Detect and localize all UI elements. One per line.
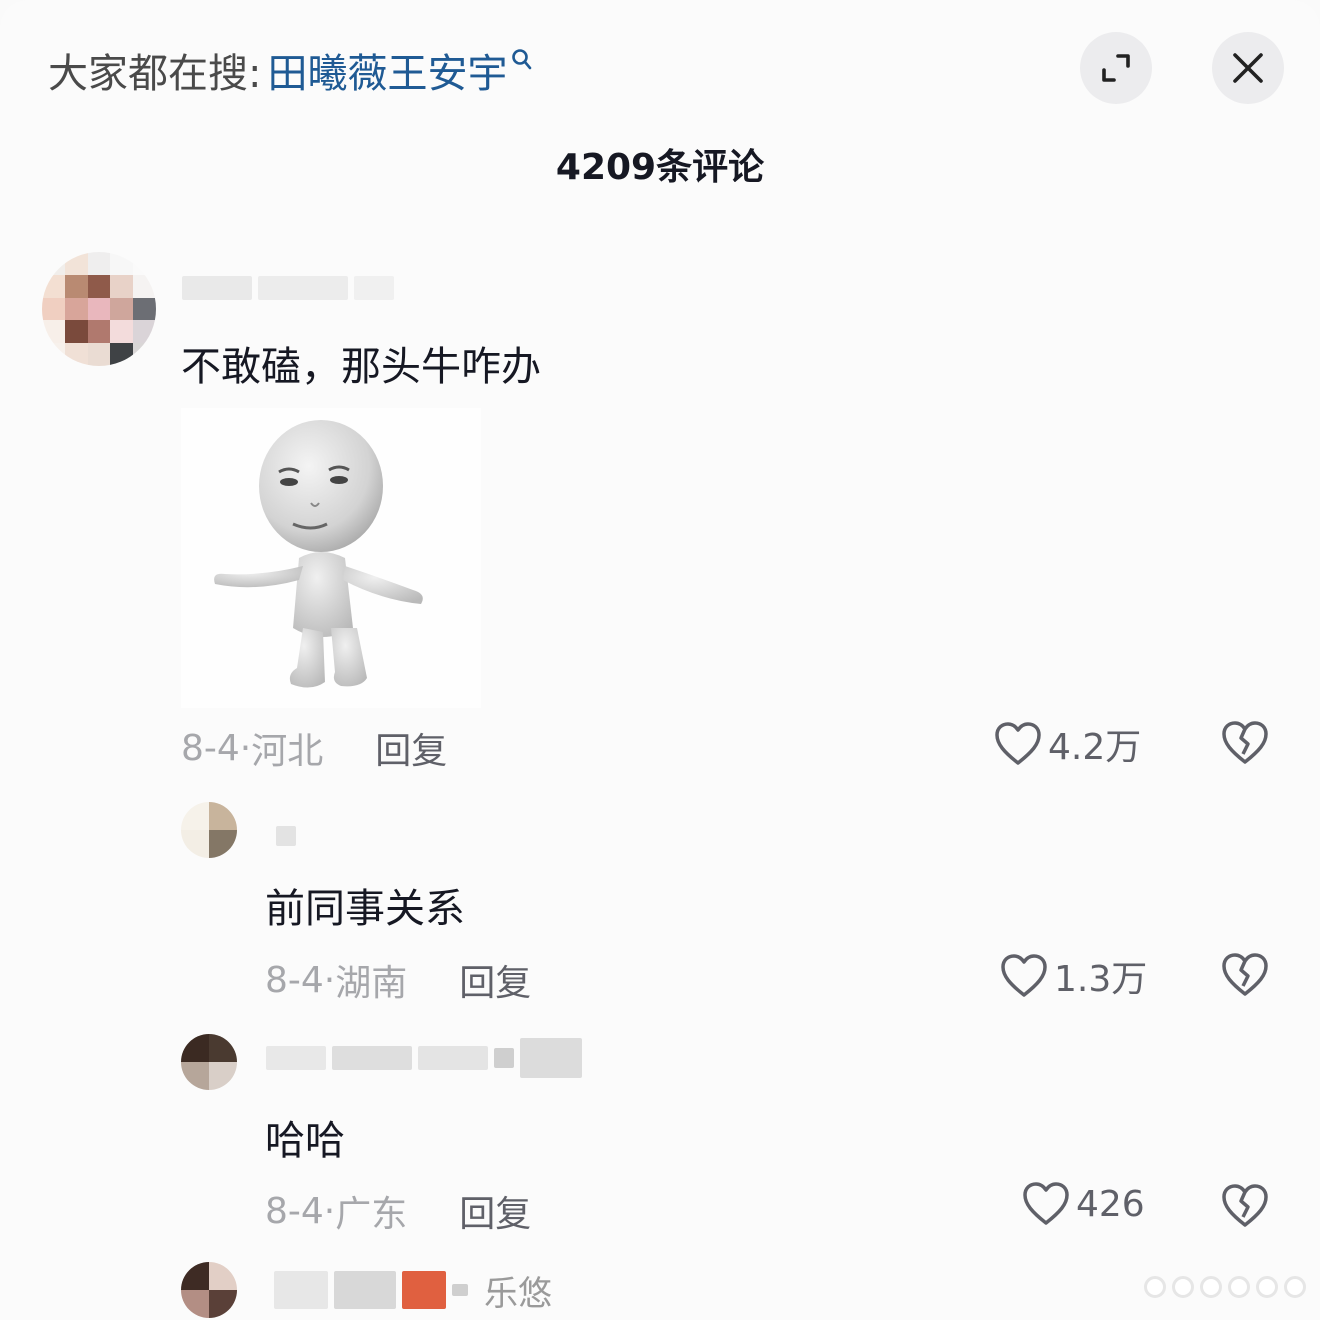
reply-button[interactable]: 回复 (459, 1185, 531, 1237)
like-count: 426 (1076, 1183, 1145, 1225)
avatar[interactable] (42, 252, 156, 366)
like-count: 4.2万 (1048, 727, 1142, 768)
avatar[interactable] (181, 802, 237, 858)
reply-date: 8-4· (265, 1190, 336, 1232)
watermark-logo (1144, 1276, 1306, 1298)
reply-meta: 8-4· 广东 回复 (265, 1185, 531, 1237)
dislike-button[interactable] (1221, 952, 1269, 1002)
comment-location: 河北 (251, 731, 324, 772)
comment-meta: 8-4· 河北 回复 (181, 722, 447, 774)
close-button[interactable] (1212, 32, 1284, 104)
dislike-button[interactable] (1221, 720, 1269, 770)
like-button[interactable]: 426 (1022, 1181, 1145, 1227)
reply-button[interactable]: 回复 (459, 954, 531, 1006)
comment-panel: 大家都在搜: 田曦薇王安宇 4209条评论 不敢磕，那头牛咋办 8-4· 河北 … (0, 0, 1320, 1320)
reply-username[interactable] (276, 818, 296, 854)
expand-icon (1102, 54, 1130, 82)
expand-button[interactable] (1080, 32, 1152, 104)
heart-icon (1001, 954, 1047, 997)
dislike-button[interactable] (1221, 1183, 1269, 1233)
heart-icon (1023, 1182, 1069, 1225)
search-icon (511, 40, 533, 70)
close-icon (1233, 53, 1263, 83)
reply-location: 湖南 (335, 963, 408, 1004)
like-button[interactable]: 1.3万 (1000, 950, 1147, 1002)
reply-text: 哈哈 (265, 1118, 345, 1164)
comment-text: 不敢磕，那头牛咋办 (181, 344, 541, 390)
reply-location: 广东 (335, 1194, 408, 1235)
reply-username-fragment: 乐悠 (484, 1273, 552, 1314)
trending-search-bar[interactable]: 大家都在搜: 田曦薇王安宇 (48, 40, 533, 100)
avatar[interactable] (181, 1034, 237, 1090)
reply-meta: 8-4· 湖南 回复 (265, 954, 531, 1006)
like-button[interactable]: 4.2万 (994, 718, 1141, 770)
trending-search-term[interactable]: 田曦薇王安宇 (267, 41, 507, 99)
like-count: 1.3万 (1054, 959, 1148, 1000)
comment-date: 8-4· (181, 727, 252, 769)
reply-text: 前同事关系 (265, 886, 465, 932)
trending-search-prefix: 大家都在搜: (48, 51, 262, 97)
sticker-image[interactable] (181, 408, 481, 708)
comment-count-title: 4209条评论 (555, 147, 765, 188)
reply-button[interactable]: 回复 (375, 722, 447, 774)
reply-username[interactable]: 乐悠 (274, 1268, 552, 1314)
reply-username[interactable] (266, 1038, 582, 1078)
broken-heart-icon (1222, 953, 1268, 996)
reply-date: 8-4· (265, 959, 336, 1001)
avatar[interactable] (181, 1262, 237, 1318)
comment-username[interactable] (182, 270, 394, 306)
broken-heart-icon (1222, 721, 1268, 764)
heart-icon (995, 722, 1041, 765)
broken-heart-icon (1222, 1184, 1268, 1227)
